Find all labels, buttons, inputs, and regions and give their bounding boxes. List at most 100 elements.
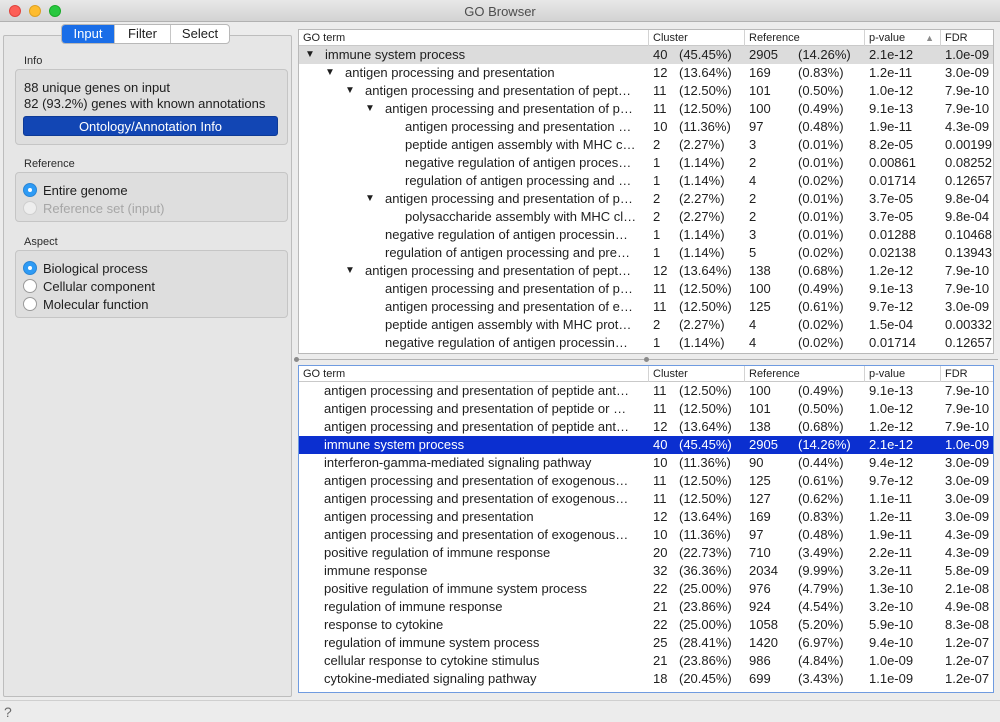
header-fdr[interactable]: FDR [941,366,993,382]
tab-filter[interactable]: Filter [114,25,170,43]
list-row[interactable]: positive regulation of immune system pro… [299,580,993,598]
header-p-value[interactable]: p-value [865,366,941,382]
tree-row[interactable]: ▼ antigen processing and presentation of … [299,100,993,118]
aspect-option-label: Cellular component [43,278,156,294]
expand-triangle-icon[interactable]: ▼ [305,46,315,64]
tree-row[interactable]: ▼ antigen processing and presentation of … [299,190,993,208]
list-row[interactable]: response to cytokine 22 (25.00%) 1058 (5.20%… [299,616,993,634]
cluster-count: 32 [653,563,668,578]
reference-entire-genome-option[interactable]: Entire genome [23,181,128,199]
tree-row[interactable]: ▼ immune system process 40 (45.45%) 2905 (14.… [299,46,993,64]
tree-row[interactable]: antigen processing and presentation of p… [299,280,993,298]
header-reference[interactable]: Reference [745,366,865,382]
cluster-count: 22 [653,581,668,596]
list-row[interactable]: cellular response to cytokine stimulus 21… [299,652,993,670]
splitter-handle-center[interactable] [644,357,649,362]
radio-unchecked-icon[interactable] [23,297,37,311]
reference-count: 4 [749,317,757,332]
cluster-count: 11 [653,473,667,488]
tree-row[interactable]: ▼ antigen processing and presentation of … [299,82,993,100]
reference-count: 101 [749,83,771,98]
reference-set-option: Reference set (input) [23,199,164,217]
go-tree-table[interactable]: GO term Cluster Reference p-value ▲ FDR ▼… [298,29,994,354]
expand-triangle-icon[interactable]: ▼ [325,64,335,82]
list-row[interactable]: immune system process 40 (45.45%) 2905 (14.2… [299,436,993,454]
expand-triangle-icon[interactable]: ▼ [345,82,355,100]
tab-select[interactable]: Select [170,25,229,43]
go-term-label: antigen processing and presentation of p… [365,83,631,98]
list-row[interactable]: antigen processing and presentation of e… [299,490,993,508]
header-go-term[interactable]: GO term [299,30,649,46]
reference-count: 1420 [749,635,778,650]
cluster-percent: (1.14%) [679,173,725,188]
header-fdr[interactable]: FDR [941,30,993,46]
tree-row[interactable]: negative regulation of antigen proces… 1 (… [299,154,993,172]
go-term-label: regulation of immune response [324,599,503,614]
reference-percent: (0.61%) [798,299,844,314]
aspect-molecular-function-option[interactable]: Molecular function [23,295,149,313]
header-cluster[interactable]: Cluster [649,30,745,46]
tree-row[interactable]: ▼ antigen processing and presentation 12 (1… [299,64,993,82]
go-term-label: cellular response to cytokine stimulus [324,653,540,668]
list-row[interactable]: antigen processing and presentation of p… [299,382,993,400]
go-term-cell: positive regulation of immune system pro… [299,580,645,598]
list-row[interactable]: positive regulation of immune response 20… [299,544,993,562]
cluster-percent: (1.14%) [679,155,725,170]
reference-percent: (0.02%) [798,335,844,350]
splitter-handle-left[interactable] [294,357,299,362]
tree-row[interactable]: antigen processing and presentation … 10 (… [299,118,993,136]
list-row[interactable]: antigen processing and presentation of e… [299,526,993,544]
list-row[interactable]: antigen processing and presentation 12 (13… [299,508,993,526]
header-cluster[interactable]: Cluster [649,366,745,382]
cluster-count: 11 [653,281,667,296]
list-row[interactable]: immune response 32 (36.36%) 2034 (9.99%) 3.2e… [299,562,993,580]
tree-row[interactable]: negative regulation of antigen processin… [299,226,993,244]
fdr-value: 7.9e-10 [945,401,990,416]
tree-row[interactable]: ▼ antigen processing and presentation of … [299,262,993,280]
cluster-percent: (11.36%) [679,455,731,470]
radio-unchecked-icon[interactable] [23,279,37,293]
radio-checked-icon[interactable] [23,261,37,275]
expand-triangle-icon[interactable]: ▼ [365,190,375,208]
aspect-biological-process-option[interactable]: Biological process [23,259,148,277]
go-term-cell: antigen processing and presentation of e… [299,526,645,544]
tree-row[interactable]: polysaccharide assembly with MHC cl… 2 (2.… [299,208,993,226]
list-row[interactable]: antigen processing and presentation of e… [299,472,993,490]
expand-triangle-icon[interactable]: ▼ [365,100,375,118]
cluster-count: 22 [653,617,668,632]
help-icon[interactable]: ? [4,704,12,720]
fdr-value: 3.0e-09 [945,491,990,506]
tree-row[interactable]: peptide antigen assembly with MHC c… 2 (2.… [299,136,993,154]
list-row[interactable]: regulation of immune system process 25 (28… [299,634,993,652]
list-row[interactable]: antigen processing and presentation of p… [299,400,993,418]
fdr-value: 4.3e-09 [945,545,990,560]
cluster-count: 12 [653,509,668,524]
list-row[interactable]: cytokine-mediated signaling pathway 18 (20… [299,670,993,688]
go-term-cell: antigen processing and presentation of e… [299,490,645,508]
reference-percent: (0.83%) [798,509,844,524]
radio-checked-icon[interactable] [23,183,37,197]
tree-row[interactable]: regulation of antigen processing and … 1 (… [299,172,993,190]
tree-row[interactable]: antigen processing and presentation of e… [299,298,993,316]
aspect-cellular-component-option[interactable]: Cellular component [23,277,155,295]
header-go-term[interactable]: GO term [299,366,649,382]
p-value: 3.2e-11 [869,563,913,578]
cluster-percent: (2.27%) [679,317,725,332]
tree-row[interactable]: peptide antigen assembly with MHC prot… 2… [299,316,993,334]
pane-splitter[interactable] [294,357,998,362]
reference-count: 976 [749,581,771,596]
expand-triangle-icon[interactable]: ▼ [345,262,355,280]
list-row[interactable]: interferon-gamma-mediated signaling path… [299,454,993,472]
tree-row[interactable]: negative regulation of antigen processin… [299,334,993,352]
ontology-annotation-info-button[interactable]: Ontology/Annotation Info [23,116,278,136]
fdr-value: 0.13943 [945,245,992,260]
tab-input[interactable]: Input [62,25,114,43]
fdr-value: 7.9e-10 [945,419,990,434]
list-row[interactable]: regulation of immune response 21 (23.86%) 9… [299,598,993,616]
go-list-table[interactable]: GO term Cluster Reference p-value FDR an… [298,365,994,693]
go-term-label: antigen processing and presentation … [405,119,632,134]
tree-row[interactable]: regulation of antigen processing and pre… [299,244,993,262]
header-p-value[interactable]: p-value ▲ [865,30,941,46]
header-reference[interactable]: Reference [745,30,865,46]
list-row[interactable]: antigen processing and presentation of p… [299,418,993,436]
